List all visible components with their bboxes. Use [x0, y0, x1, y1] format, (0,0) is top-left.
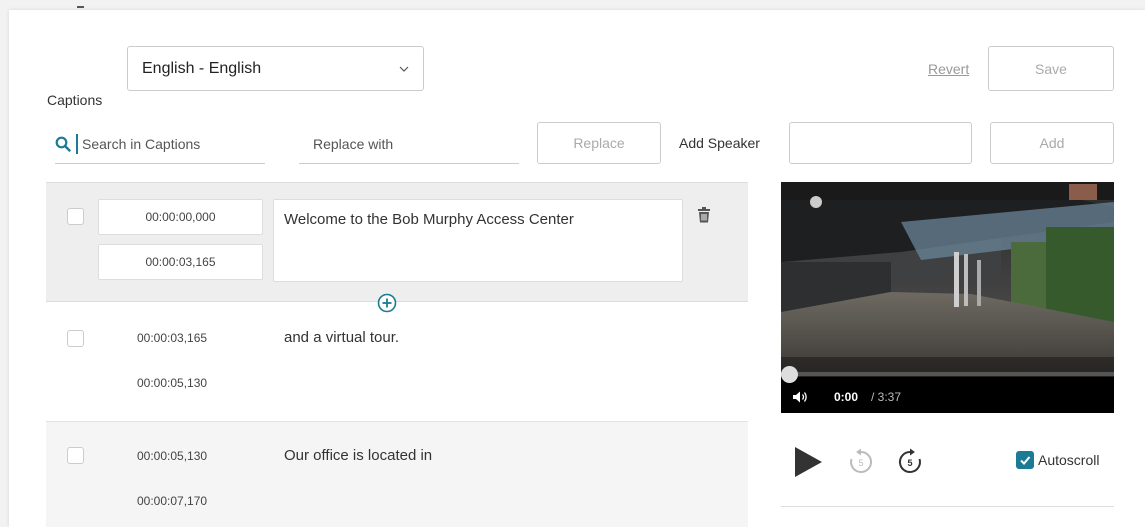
text-cursor: [76, 133, 78, 154]
trash-icon[interactable]: [697, 207, 711, 223]
caption-start-time[interactable]: 00:00:05,130: [137, 449, 207, 463]
save-button[interactable]: Save: [988, 46, 1114, 91]
caption-row[interactable]: 00:00:00,000 00:00:03,165 Welcome to the…: [46, 182, 748, 313]
speaker-input[interactable]: [789, 122, 972, 164]
video-progress-handle[interactable]: [781, 366, 798, 383]
caption-checkbox[interactable]: [67, 447, 84, 464]
caption-row[interactable]: 00:00:05,130 00:00:07,170 Our office is …: [46, 421, 748, 527]
captions-label: Captions: [47, 92, 103, 108]
replace-button[interactable]: Replace: [537, 122, 661, 164]
forward-seconds: 5: [907, 458, 912, 468]
caption-text-input[interactable]: Welcome to the Bob Murphy Access Center: [273, 199, 683, 282]
caption-start-time[interactable]: 00:00:03,165: [137, 331, 207, 345]
rewind-seconds: 5: [858, 458, 863, 468]
search-input[interactable]: [82, 135, 252, 152]
caption-checkbox[interactable]: [67, 208, 84, 225]
rewind-5-icon[interactable]: 5: [848, 447, 874, 475]
caption-end-time-input[interactable]: 00:00:03,165: [98, 244, 263, 280]
play-icon[interactable]: [793, 446, 823, 478]
checkmark-icon: [1020, 456, 1031, 465]
caption-checkbox[interactable]: [67, 330, 84, 347]
caption-end-time[interactable]: 00:00:05,130: [137, 376, 207, 390]
video-controls-bar: [781, 377, 1114, 413]
caption-text[interactable]: Our office is located in: [284, 447, 432, 464]
decorative-mark: [77, 6, 84, 8]
search-captions-field[interactable]: [55, 124, 265, 164]
autoscroll-label: Autoscroll: [1038, 452, 1100, 468]
autoscroll-checkbox[interactable]: [1016, 451, 1034, 469]
video-current-time: 0:00: [834, 390, 859, 404]
revert-link[interactable]: Revert: [928, 61, 969, 77]
caption-row[interactable]: 00:00:03,165 00:00:05,130 and a virtual …: [46, 302, 748, 421]
video-frame: [781, 182, 1114, 377]
caption-end-time[interactable]: 00:00:07,170: [137, 494, 207, 508]
add-speaker-button[interactable]: Add: [990, 122, 1114, 164]
search-icon: [55, 136, 71, 152]
autoscroll-toggle[interactable]: Autoscroll: [1016, 451, 1099, 469]
divider: [781, 506, 1114, 507]
volume-icon[interactable]: [792, 390, 808, 404]
video-player[interactable]: 0:00 / 3:37: [781, 182, 1114, 413]
video-total-time: / 3:37: [871, 390, 902, 404]
caption-list: 00:00:00,000 00:00:03,165 Welcome to the…: [46, 182, 748, 527]
forward-5-icon[interactable]: 5: [897, 447, 923, 475]
add-speaker-label: Add Speaker: [679, 135, 760, 151]
caption-start-time-input[interactable]: 00:00:00,000: [98, 199, 263, 235]
add-caption-icon[interactable]: [377, 293, 397, 313]
replace-field[interactable]: [299, 124, 519, 164]
language-select-value: English - English: [142, 59, 262, 77]
video-progress-track[interactable]: [781, 372, 1114, 376]
replace-input[interactable]: [313, 135, 503, 152]
caption-text[interactable]: and a virtual tour.: [284, 329, 399, 346]
chevron-down-icon: [399, 66, 409, 72]
language-select[interactable]: English - English: [127, 46, 424, 91]
